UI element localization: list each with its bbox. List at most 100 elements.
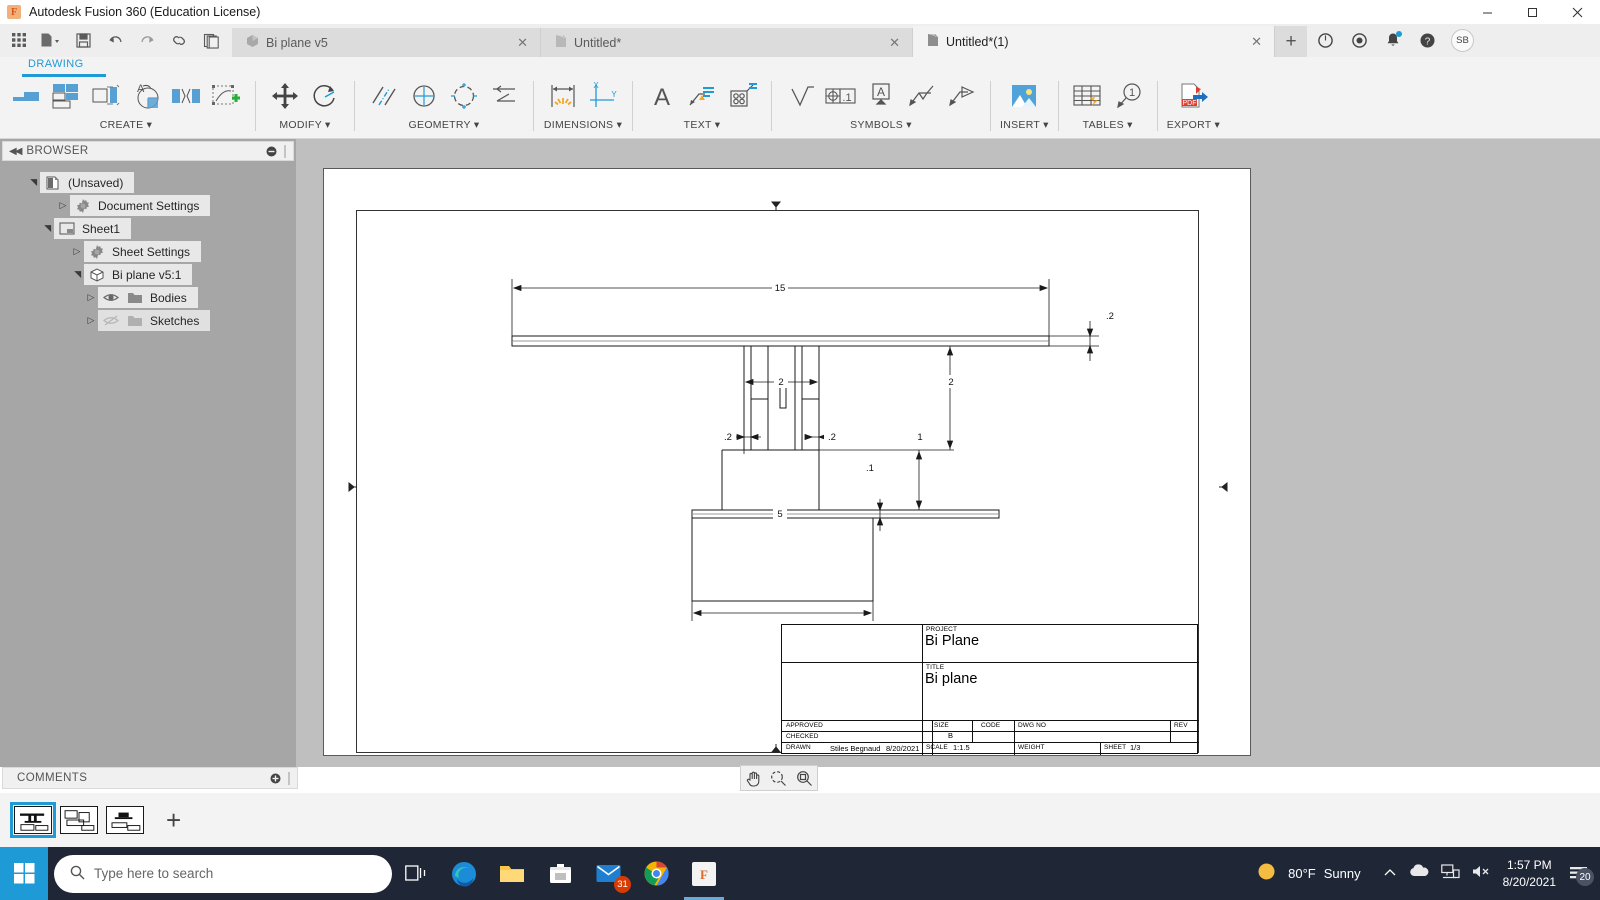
table-icon[interactable] (1068, 75, 1108, 117)
link-icon[interactable] (164, 27, 194, 55)
center-mark-pattern-icon[interactable] (444, 75, 484, 117)
detail-view-icon[interactable]: A (126, 75, 166, 117)
eye-visible-icon[interactable] (102, 290, 119, 305)
document-tab-untitled[interactable]: Untitled* ✕ (541, 28, 913, 57)
close-icon[interactable]: ✕ (1229, 34, 1262, 50)
expand-arrow-icon[interactable] (84, 315, 98, 326)
help-icon[interactable]: ? (1411, 26, 1443, 56)
section-view-icon[interactable] (86, 75, 126, 117)
pan-hand-icon[interactable] (745, 770, 762, 787)
chevron-up-icon[interactable] (1383, 865, 1397, 883)
collapse-left-icon[interactable]: ◀◀ (3, 146, 26, 157)
copy-icon[interactable] (196, 27, 226, 55)
job-status-icon[interactable] (1309, 26, 1341, 56)
document-tab-bi-plane-v5[interactable]: Bi plane v5 ✕ (232, 28, 541, 57)
expand-arrow-icon[interactable] (70, 269, 84, 280)
hole-table-note-icon[interactable] (722, 75, 762, 117)
app-grid-icon[interactable] (4, 27, 34, 55)
expand-arrow-icon[interactable] (84, 292, 98, 303)
text-icon[interactable]: A (642, 75, 682, 117)
tree-item-sheet1[interactable]: Sheet1 (0, 217, 296, 240)
drawing-canvas[interactable]: 15 .2 2 2 .2 .2 1 .1 5 (296, 139, 1600, 767)
centerline-icon[interactable] (364, 75, 404, 117)
ordinate-dimension-icon[interactable]: X Y (583, 75, 623, 117)
balloon-icon[interactable]: 1 (1108, 75, 1148, 117)
document-tab-untitled-1[interactable]: Untitled*(1) ✕ (913, 26, 1275, 57)
close-icon[interactable]: ✕ (495, 35, 528, 51)
onedrive-cloud-icon[interactable] (1409, 864, 1429, 883)
notifications-bell-icon[interactable] (1377, 26, 1409, 56)
expand-arrow-icon[interactable] (56, 200, 70, 211)
title-block[interactable]: PROJECT Bi Plane TITLE Bi plane APPROVED… (781, 624, 1198, 754)
expand-arrow-icon[interactable] (26, 177, 40, 188)
browser-options[interactable] (266, 145, 293, 158)
add-sheet-button[interactable]: + (166, 807, 181, 833)
insert-image-icon[interactable] (1004, 75, 1044, 117)
leader-text-icon[interactable] (682, 75, 722, 117)
ribbon-group-label[interactable]: DIMENSIONS ▾ (544, 119, 622, 131)
drawing-sheet[interactable]: 15 .2 2 2 .2 .2 1 .1 5 (323, 168, 1251, 756)
weather-desc[interactable]: Sunny (1324, 866, 1361, 881)
ribbon-group-label[interactable]: INSERT ▾ (1000, 119, 1049, 131)
tab-drawing[interactable]: DRAWING (28, 58, 84, 70)
comments-actions[interactable] (270, 772, 297, 785)
maximize-button[interactable] (1510, 0, 1555, 24)
avatar[interactable]: SB (1451, 29, 1474, 52)
volume-muted-icon[interactable] (1472, 864, 1491, 884)
ribbon-group-label[interactable]: SYMBOLS ▾ (850, 119, 912, 131)
ribbon-group-label[interactable]: EXPORT ▾ (1167, 119, 1220, 131)
close-icon[interactable]: ✕ (867, 35, 900, 51)
sheet-thumbnail-3[interactable] (106, 806, 144, 834)
tree-item-unsaved[interactable]: (Unsaved) (0, 171, 296, 194)
tree-item-bi-plane-v5-1[interactable]: Bi plane v5:1 (0, 263, 296, 286)
center-mark-icon[interactable] (404, 75, 444, 117)
task-view-icon[interactable] (392, 847, 440, 900)
google-chrome-icon[interactable] (632, 847, 680, 900)
ribbon-group-label[interactable]: CREATE ▾ (100, 119, 152, 131)
sheet-thumbnail-1[interactable] (14, 806, 52, 834)
base-view-icon[interactable] (6, 75, 46, 117)
datum-target-icon[interactable] (941, 75, 981, 117)
surface-texture-icon[interactable] (781, 75, 821, 117)
tree-item-sheet-settings[interactable]: Sheet Settings (0, 240, 296, 263)
clock[interactable]: 1:57 PM 8/20/2021 (1503, 857, 1556, 891)
new-document-tab-button[interactable]: + (1275, 26, 1307, 57)
eye-hidden-icon[interactable] (102, 313, 119, 328)
expand-arrow-icon[interactable] (40, 223, 54, 234)
fusion-360-icon[interactable]: F (680, 847, 728, 900)
recent-activity-icon[interactable] (1343, 26, 1375, 56)
dimension-icon[interactable] (543, 75, 583, 117)
tree-item-document-settings[interactable]: Document Settings (0, 194, 296, 217)
mail-icon[interactable]: 31 (584, 847, 632, 900)
weld-symbol-icon[interactable] (901, 75, 941, 117)
projected-view-icon[interactable] (46, 75, 86, 117)
datum-identifier-icon[interactable]: A (861, 75, 901, 117)
tree-item-sketches[interactable]: Sketches (0, 309, 296, 332)
save-icon[interactable] (68, 27, 98, 55)
move-view-icon[interactable] (265, 75, 305, 117)
file-icon[interactable] (36, 27, 66, 55)
comments-panel[interactable]: COMMENTS (2, 767, 298, 789)
break-view-icon[interactable] (166, 75, 206, 117)
windows-start-icon[interactable] (0, 847, 48, 900)
ribbon-group-label[interactable]: GEOMETRY ▾ (409, 119, 480, 131)
edge-extension-icon[interactable] (484, 75, 524, 117)
weather-temp[interactable]: 80°F (1288, 866, 1316, 881)
tree-item-bodies[interactable]: Bodies (0, 286, 296, 309)
crop-view-icon[interactable] (206, 75, 246, 117)
undo-icon[interactable] (100, 27, 130, 55)
ribbon-group-label[interactable]: TABLES ▾ (1083, 119, 1133, 131)
search-input[interactable]: Type here to search (54, 855, 392, 893)
sheet-thumbnail-2[interactable] (60, 806, 98, 834)
export-pdf-icon[interactable]: PDF (1173, 75, 1213, 117)
ribbon-group-label[interactable]: TEXT ▾ (684, 119, 721, 131)
action-center-icon[interactable]: 20 (1568, 864, 1590, 883)
zoom-fit-icon[interactable] (796, 770, 813, 787)
file-explorer-icon[interactable] (488, 847, 536, 900)
rotate-view-icon[interactable] (305, 75, 345, 117)
close-button[interactable] (1555, 0, 1600, 24)
redo-icon[interactable] (132, 27, 162, 55)
ribbon-group-label[interactable]: MODIFY ▾ (279, 119, 330, 131)
expand-arrow-icon[interactable] (70, 246, 84, 257)
zoom-icon[interactable] (770, 770, 787, 787)
